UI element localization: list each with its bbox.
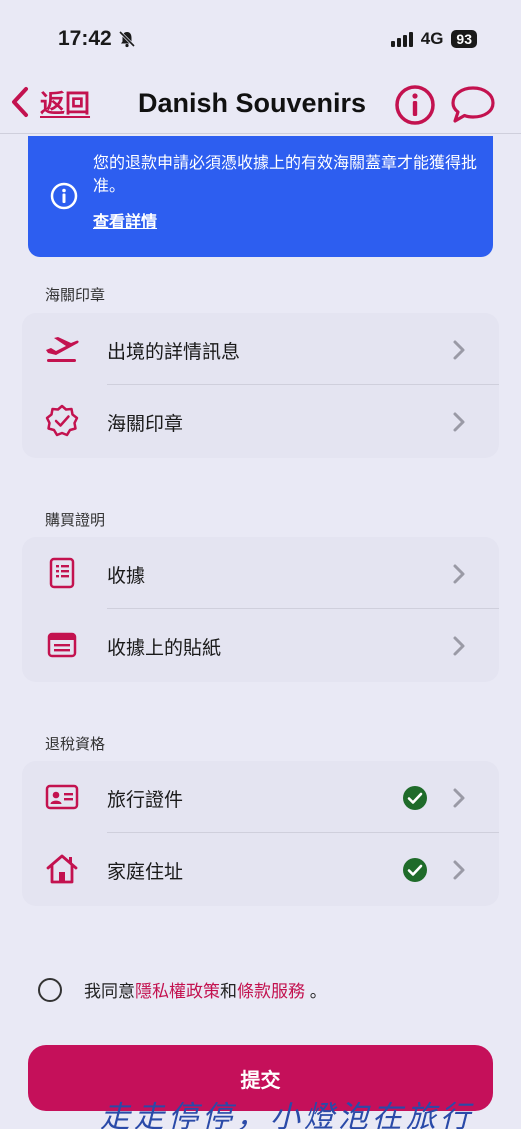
- info-icon: [395, 85, 435, 125]
- chevron-right-icon: [453, 860, 465, 880]
- row-label: 家庭住址: [107, 862, 184, 883]
- row-label: 海關印章: [107, 414, 184, 435]
- row-label: 旅行證件: [107, 790, 184, 811]
- info-circle-icon: [50, 182, 78, 210]
- watermark: 走走停停，小燈泡在旅行: [100, 1100, 474, 1129]
- signal-icon: [390, 31, 413, 47]
- nav-bar: 返回 Danish Souvenirs: [0, 78, 521, 134]
- info-button[interactable]: [394, 84, 436, 131]
- receipt-icon: [44, 555, 80, 591]
- chat-bubble-icon: [451, 86, 495, 123]
- section-title-proof-of-purchase: 購買證明: [45, 512, 106, 529]
- bell-muted-icon: [118, 30, 135, 48]
- agreement-prefix: 我同意: [84, 982, 135, 1001]
- agreement-and: 和: [220, 982, 237, 1001]
- sticker-icon: [44, 627, 80, 663]
- chevron-right-icon: [453, 412, 465, 432]
- id-card-icon: [44, 779, 80, 815]
- section-title-eligibility: 退稅資格: [45, 736, 106, 753]
- terms-of-service-link[interactable]: 條款服務: [237, 982, 305, 1001]
- status-bar: 17:42 4G 93: [0, 0, 521, 78]
- chevron-right-icon: [453, 636, 465, 656]
- section-title-customs-stamp: 海關印章: [45, 287, 106, 304]
- chevron-right-icon: [453, 788, 465, 808]
- list-item-receipt[interactable]: 收據: [22, 537, 499, 609]
- row-label: 收據: [107, 566, 146, 587]
- list-item-customs-stamp[interactable]: 海關印章: [22, 385, 499, 457]
- banner-message: 您的退款申請必須憑收據上的有效海關蓋章才能獲得批准。: [93, 155, 478, 195]
- list-item-departure-details[interactable]: 出境的詳情訊息: [22, 313, 499, 385]
- chevron-right-icon: [453, 340, 465, 360]
- clock-text: 17:42: [58, 27, 112, 50]
- status-indicators: 4G 93: [390, 29, 477, 49]
- list-item-receipt-sticker[interactable]: 收據上的貼紙: [22, 609, 499, 681]
- check-circle-icon: [403, 858, 427, 882]
- airplane-departure-icon: [44, 331, 80, 367]
- eligibility-card: 旅行證件 家庭住址: [22, 761, 499, 906]
- list-item-home-address[interactable]: 家庭住址: [22, 833, 499, 905]
- chevron-right-icon: [453, 564, 465, 584]
- info-banner: 您的退款申請必須憑收據上的有效海關蓋章才能獲得批准。 查看詳情: [28, 136, 493, 257]
- badge-check-icon: [44, 403, 80, 439]
- back-button[interactable]: 返回: [10, 84, 90, 120]
- battery-icon: 93: [451, 30, 477, 48]
- agreement-row: 我同意隱私權政策和條款服務 。: [38, 977, 327, 1002]
- row-label: 收據上的貼紙: [107, 638, 222, 659]
- row-label: 出境的詳情訊息: [107, 342, 241, 363]
- chevron-left-icon: [12, 87, 28, 117]
- agreement-text: 我同意隱私權政策和條款服務 。: [84, 977, 327, 1002]
- status-time: 17:42: [58, 27, 136, 51]
- agree-radio[interactable]: [38, 977, 62, 1002]
- home-icon: [44, 851, 80, 887]
- proof-of-purchase-card: 收據 收據上的貼紙: [22, 537, 499, 682]
- list-item-travel-document[interactable]: 旅行證件: [22, 761, 499, 833]
- page-title: Danish Souvenirs: [138, 88, 367, 118]
- agreement-suffix: 。: [309, 982, 327, 1001]
- chat-button[interactable]: [450, 85, 496, 130]
- network-label: 4G: [420, 29, 444, 48]
- back-label: 返回: [40, 90, 91, 118]
- privacy-policy-link[interactable]: 隱私權政策: [135, 982, 220, 1001]
- customs-stamp-card: 出境的詳情訊息 海關印章: [22, 313, 499, 458]
- view-details-link[interactable]: 查看詳情: [93, 208, 157, 232]
- check-circle-icon: [403, 786, 427, 810]
